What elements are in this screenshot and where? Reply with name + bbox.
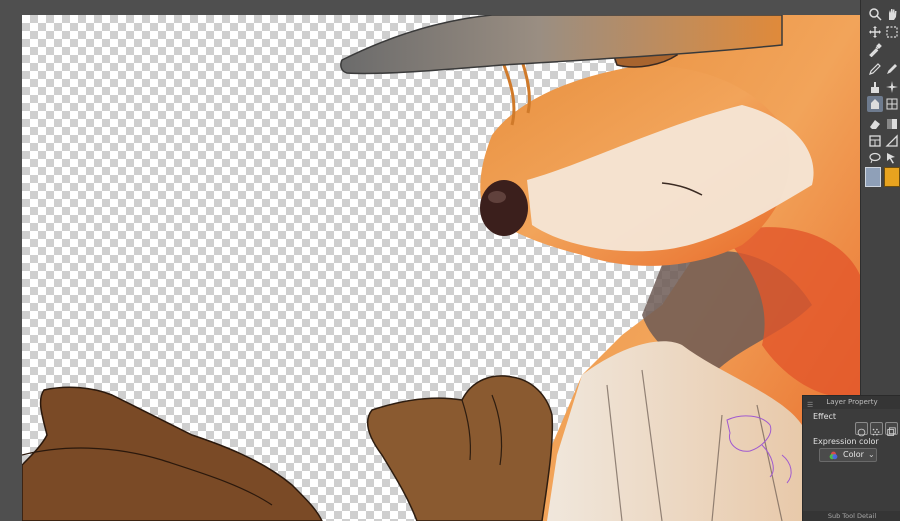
fox-nose xyxy=(480,180,528,236)
sub-color-swatch[interactable] xyxy=(884,167,900,187)
pencil-icon[interactable] xyxy=(884,61,900,77)
expression-color-select[interactable]: Color ⌄ xyxy=(819,448,877,462)
border-effect-icon[interactable] xyxy=(855,422,868,437)
pen-icon[interactable] xyxy=(867,61,883,77)
brush-icon[interactable] xyxy=(867,79,883,95)
panel-title: Layer Property xyxy=(826,398,878,406)
ruler-icon[interactable] xyxy=(884,133,900,149)
main-color-swatch[interactable] xyxy=(865,167,881,187)
sub-tool-detail-button[interactable]: Sub Tool Detail xyxy=(803,511,900,521)
eraser-icon[interactable] xyxy=(867,116,883,132)
fox-artwork xyxy=(22,15,860,521)
left-hand xyxy=(22,386,323,521)
lasso-icon[interactable] xyxy=(867,150,883,166)
layer-color-effect-icon[interactable] xyxy=(885,422,898,436)
selection-rectangle-icon[interactable] xyxy=(884,24,900,40)
frame-icon[interactable] xyxy=(867,133,883,149)
grid-icon[interactable] xyxy=(884,96,900,112)
move-icon[interactable] xyxy=(867,24,883,40)
fill-icon[interactable] xyxy=(867,96,883,112)
chevron-down-icon: ⌄ xyxy=(868,450,875,459)
eyedropper-icon[interactable] xyxy=(867,42,883,58)
hand-icon[interactable] xyxy=(884,6,900,22)
gradient-icon[interactable] xyxy=(884,116,900,132)
decoration-icon[interactable] xyxy=(884,79,900,95)
expression-color-value: Color xyxy=(843,450,864,459)
effect-label: Effect xyxy=(813,412,837,421)
layer-property-panel: ☰ Layer Property Effect Expression color… xyxy=(802,395,900,521)
canvas-margin-left xyxy=(0,0,22,521)
tone-effect-icon[interactable] xyxy=(870,422,883,436)
zoom-icon[interactable] xyxy=(867,6,883,22)
object-icon[interactable] xyxy=(884,150,900,166)
expression-color-label: Expression color xyxy=(813,437,879,446)
grip-icon[interactable]: ☰ xyxy=(807,399,813,412)
right-hand xyxy=(366,375,554,521)
drawing-canvas[interactable] xyxy=(22,15,860,521)
panel-header: ☰ Layer Property xyxy=(803,396,900,409)
app-window: ☰ Layer Property Effect Expression color… xyxy=(0,0,900,521)
rgb-icon xyxy=(829,451,838,460)
canvas-margin-top xyxy=(0,0,900,15)
